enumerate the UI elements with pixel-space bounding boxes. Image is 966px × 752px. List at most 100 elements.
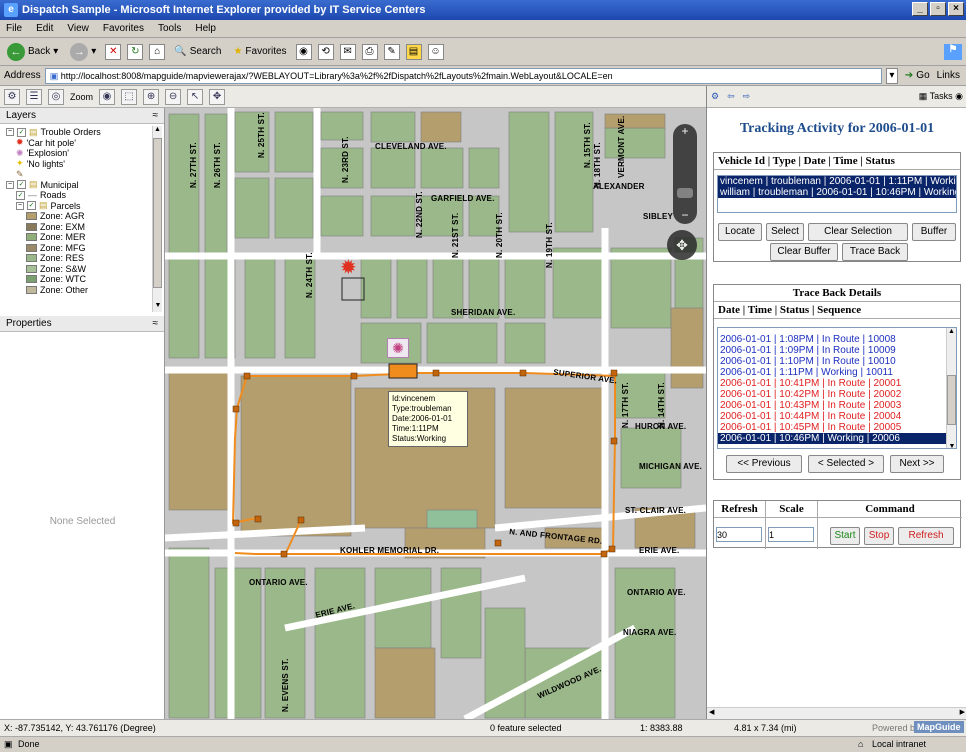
trace-row[interactable]: 2006-01-01 | 10:46PM | Working | 20006 xyxy=(718,433,956,444)
trace-row[interactable]: 2006-01-01 | 1:11PM | Working | 10011 xyxy=(718,367,956,378)
tasks-button[interactable]: ▦ Tasks ◉ xyxy=(919,91,963,102)
layer-item[interactable]: Zone: AGR xyxy=(6,211,150,222)
stop-icon[interactable]: ✕ xyxy=(105,43,122,60)
scroll-down-icon[interactable]: ▼ xyxy=(153,302,163,312)
layer-item[interactable]: Zone: WTC xyxy=(6,274,150,285)
zoom-thumb[interactable] xyxy=(677,188,693,198)
forward-button[interactable]: → ▾ xyxy=(67,41,99,63)
search-button[interactable]: 🔍 Search xyxy=(171,44,224,59)
scroll-left-icon[interactable]: ◀ xyxy=(709,708,714,716)
trace-row[interactable]: 2006-01-01 | 10:42PM | In Route | 20002 xyxy=(718,389,956,400)
layer-item[interactable]: Zone: EXM xyxy=(6,222,150,233)
layer-checkbox[interactable]: ✓ xyxy=(16,190,25,200)
zoom-rectangle-icon[interactable]: ⬚ xyxy=(121,88,138,105)
select-pointer-icon[interactable]: ↖ xyxy=(187,88,204,105)
maximize-button[interactable]: ▫ xyxy=(930,2,946,16)
vehicle-list[interactable]: vincenem | troubleman | 2006-01-01 | 1:1… xyxy=(717,175,957,213)
address-dropdown-icon[interactable]: ▾ xyxy=(885,67,898,84)
layer-item[interactable]: Zone: RES xyxy=(6,253,150,264)
collapse-icon[interactable]: ≈ xyxy=(153,318,159,329)
zoom-slider[interactable]: + − xyxy=(673,124,697,224)
selected-button[interactable]: < Selected > xyxy=(808,455,884,473)
trace-row[interactable]: 2006-01-01 | 10:45PM | In Route | 20005 xyxy=(718,422,956,433)
layer-checkbox[interactable]: ✓ xyxy=(17,127,26,137)
minimize-button[interactable]: _ xyxy=(912,2,928,16)
locate-button[interactable]: Locate xyxy=(718,223,762,241)
trace-row[interactable]: 2006-01-01 | 10:41PM | In Route | 20001 xyxy=(718,378,956,389)
stop-button[interactable]: Stop xyxy=(864,527,894,545)
folder-icon[interactable]: ▤ xyxy=(405,43,422,60)
zoom-out-icon[interactable]: − xyxy=(673,208,697,222)
zoom-out-icon[interactable]: ⊖ xyxy=(165,88,182,105)
expand-toggle-icon[interactable]: − xyxy=(6,128,14,137)
refresh-input[interactable] xyxy=(716,527,762,542)
history-icon[interactable]: ⟲ xyxy=(317,43,334,60)
vehicle-row[interactable]: vincenem | troubleman | 2006-01-01 | 1:1… xyxy=(718,176,956,187)
layer-item[interactable]: Zone: MER xyxy=(6,232,150,243)
menu-edit[interactable]: Edit xyxy=(36,23,53,34)
scroll-thumb[interactable] xyxy=(947,375,956,425)
layer-item[interactable]: ✦ 'No lights' xyxy=(6,158,150,170)
layer-item[interactable]: ✓ — Roads xyxy=(6,190,150,201)
scroll-thumb[interactable] xyxy=(153,138,162,288)
layer-item[interactable]: Zone: MFG xyxy=(6,243,150,254)
go-button[interactable]: ➔ Go xyxy=(902,68,933,83)
scroll-down-icon[interactable]: ▼ xyxy=(947,443,956,448)
expand-toggle-icon[interactable]: − xyxy=(16,201,24,210)
trace-row[interactable]: 2006-01-01 | 10:43PM | In Route | 20003 xyxy=(718,400,956,411)
layer-item[interactable]: − ✓ ▤ Municipal xyxy=(6,179,150,191)
start-button[interactable]: Start xyxy=(830,527,860,545)
menu-tools[interactable]: Tools xyxy=(158,23,181,34)
trace-list[interactable]: 2006-01-01 | 1:08PM | In Route | 10008 20… xyxy=(717,327,957,449)
close-button[interactable]: × xyxy=(948,2,964,16)
zoom-in-icon[interactable]: + xyxy=(673,124,697,138)
layer-checkbox[interactable]: ✓ xyxy=(27,201,36,211)
scroll-right-icon[interactable]: ▶ xyxy=(960,708,965,716)
home-icon[interactable]: ⌂ xyxy=(149,43,166,60)
trace-row[interactable]: 2006-01-01 | 10:44PM | In Route | 20004 xyxy=(718,411,956,422)
layer-item[interactable]: − ✓ ▤ Trouble Orders xyxy=(6,127,150,138)
layer-item[interactable]: ✎ xyxy=(6,169,150,180)
favorites-button[interactable]: ★ Favorites xyxy=(230,44,289,59)
explosion-icon[interactable]: ✺ xyxy=(387,338,409,358)
address-input[interactable]: ▣ http://localhost:8008/mapguide/mapview… xyxy=(44,67,882,84)
task-forward-icon[interactable]: ⇨ xyxy=(743,91,751,102)
zoom-dropdown-icon[interactable]: ◉ xyxy=(99,88,116,105)
print-icon[interactable]: ⎙ xyxy=(361,43,378,60)
clear-buffer-button[interactable]: Clear Buffer xyxy=(770,243,838,261)
fire-icon[interactable]: ✹ xyxy=(340,255,357,280)
legend-icon[interactable]: ☰ xyxy=(26,88,42,105)
layer-item[interactable]: Zone: S&W xyxy=(6,264,150,275)
pan-control-icon[interactable]: ✥ xyxy=(667,230,697,260)
next-button[interactable]: Next >> xyxy=(890,455,944,473)
vehicle-row[interactable]: william | troubleman | 2006-01-01 | 10:4… xyxy=(718,187,956,198)
edit-icon[interactable]: ✎ xyxy=(383,43,400,60)
menu-file[interactable]: File xyxy=(6,23,22,34)
buffer-button[interactable]: Buffer xyxy=(912,223,956,241)
pan-icon[interactable]: ✥ xyxy=(209,88,226,105)
menu-favorites[interactable]: Favorites xyxy=(103,23,144,34)
trace-row[interactable]: 2006-01-01 | 1:09PM | In Route | 10009 xyxy=(718,345,956,356)
layer-item[interactable]: Zone: Other xyxy=(6,285,150,296)
refresh-icon[interactable]: ↻ xyxy=(127,43,144,60)
task-hscrollbar[interactable]: ◀ ▶ xyxy=(707,707,966,719)
target-icon[interactable]: ◎ xyxy=(48,88,64,105)
scroll-up-icon[interactable]: ▲ xyxy=(153,126,162,136)
task-home-icon[interactable]: ⚙ xyxy=(711,91,719,102)
menu-help[interactable]: Help xyxy=(195,23,216,34)
menu-view[interactable]: View xyxy=(67,23,89,34)
messenger-icon[interactable]: ☺ xyxy=(427,43,444,60)
trace-row[interactable]: 2006-01-01 | 1:08PM | In Route | 10008 xyxy=(718,334,956,345)
layer-item[interactable]: − ✓ ▤ Parcels xyxy=(6,200,150,212)
layer-item[interactable]: ✹ 'Car hit pole' xyxy=(6,137,150,149)
layer-checkbox[interactable]: ✓ xyxy=(17,180,26,190)
select-button[interactable]: Select xyxy=(766,223,804,241)
layers-scrollbar[interactable]: ▲ ▼ xyxy=(152,126,162,312)
links-label[interactable]: Links xyxy=(937,70,966,81)
back-button[interactable]: ← Back ▾ xyxy=(4,41,61,63)
clear-selection-button[interactable]: Clear Selection xyxy=(808,223,908,241)
zoom-in-icon[interactable]: ⊕ xyxy=(143,88,160,105)
collapse-icon[interactable]: ≈ xyxy=(153,110,159,121)
scroll-up-icon[interactable]: ▲ xyxy=(947,328,956,335)
mail-icon[interactable]: ✉ xyxy=(339,43,356,60)
